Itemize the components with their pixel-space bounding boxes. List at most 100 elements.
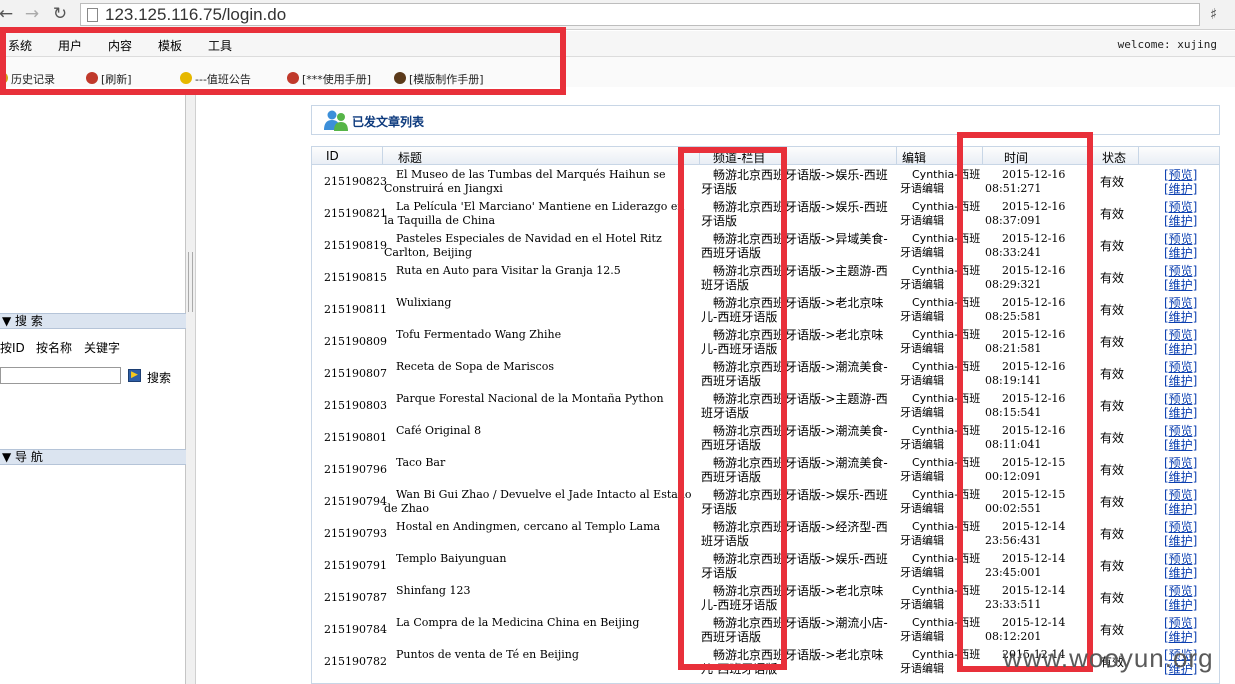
cell-actions: [预览] [维护] xyxy=(1164,552,1197,580)
cell-status: 有效 xyxy=(1100,207,1125,221)
maintain-link[interactable]: [维护] xyxy=(1164,438,1197,452)
tab-search-keyword[interactable]: 关键字 xyxy=(84,339,120,356)
tab-search-by-id[interactable]: 按ID xyxy=(0,339,25,356)
cell-actions: [预览] [维护] xyxy=(1164,456,1197,484)
preview-link[interactable]: [预览] xyxy=(1164,552,1197,566)
nav-panel-header[interactable]: ▼ 导 航 xyxy=(0,449,186,465)
welcome-text: welcome: xujing xyxy=(1117,38,1217,51)
maintain-link[interactable]: [维护] xyxy=(1164,342,1197,356)
cell-id: 215190823 xyxy=(324,175,387,188)
back-arrow-icon[interactable]: ← xyxy=(0,4,16,24)
cell-status: 有效 xyxy=(1100,495,1125,509)
preview-link[interactable]: [预览] xyxy=(1164,296,1197,310)
preview-link[interactable]: [预览] xyxy=(1164,264,1197,278)
cell-title: Puntos de venta de Té en Beijing xyxy=(396,648,579,661)
col-status[interactable]: 状态 xyxy=(1102,149,1126,166)
cell-title: Templo Baiyunguan xyxy=(396,552,507,565)
tab-search-by-name[interactable]: 按名称 xyxy=(36,339,72,356)
maintain-link[interactable]: [维护] xyxy=(1164,630,1197,644)
users-icon xyxy=(324,110,348,131)
maintain-link[interactable]: [维护] xyxy=(1164,374,1197,388)
cell-actions: [预览] [维护] xyxy=(1164,296,1197,324)
cell-title: Receta de Sopa de Mariscos xyxy=(396,360,554,373)
cell-id: 215190794 xyxy=(324,495,387,508)
preview-link[interactable]: [预览] xyxy=(1164,168,1197,182)
page-title: 已发文章列表 xyxy=(352,115,425,129)
forward-arrow-icon[interactable]: → xyxy=(22,4,42,24)
maintain-link[interactable]: [维护] xyxy=(1164,310,1197,324)
maintain-link[interactable]: [维护] xyxy=(1164,278,1197,292)
cell-actions: [预览] [维护] xyxy=(1164,488,1197,516)
maintain-link[interactable]: [维护] xyxy=(1164,534,1197,548)
splitter-grip[interactable] xyxy=(188,252,193,312)
preview-link[interactable]: [预览] xyxy=(1164,488,1197,502)
annotation-box-channel xyxy=(678,147,787,670)
search-panel-title: 搜 索 xyxy=(15,314,43,328)
cell-title: El Museo de las Tumbas del Marqués Haihu… xyxy=(384,168,666,195)
cell-title: Tofu Fermentado Wang Zhihe xyxy=(396,328,562,341)
maintain-link[interactable]: [维护] xyxy=(1164,246,1197,260)
cell-status: 有效 xyxy=(1100,367,1125,381)
cell-actions: [预览] [维护] xyxy=(1164,520,1197,548)
cell-title: La Película 'El Marciano' Mantiene en Li… xyxy=(384,200,685,227)
col-editor[interactable]: 编辑 xyxy=(902,149,926,166)
annotation-box-menu xyxy=(0,27,566,95)
cell-actions: [预览] [维护] xyxy=(1164,424,1197,452)
preview-link[interactable]: [预览] xyxy=(1164,200,1197,214)
preview-link[interactable]: [预览] xyxy=(1164,616,1197,630)
cell-title: Parque Forestal Nacional de la Montaña P… xyxy=(396,392,664,405)
preview-link[interactable]: [预览] xyxy=(1164,520,1197,534)
cell-actions: [预览] [维护] xyxy=(1164,360,1197,388)
maintain-link[interactable]: [维护] xyxy=(1164,502,1197,516)
search-button[interactable]: 搜索 xyxy=(147,369,171,386)
search-panel-header[interactable]: ▼ 搜 索 xyxy=(0,313,186,329)
nav-panel-title: 导 航 xyxy=(15,450,43,464)
preview-link[interactable]: [预览] xyxy=(1164,424,1197,438)
maintain-link[interactable]: [维护] xyxy=(1164,214,1197,228)
cell-title: Pasteles Especiales de Navidad en el Hot… xyxy=(384,232,662,259)
cell-actions: [预览] [维护] xyxy=(1164,264,1197,292)
cell-status: 有效 xyxy=(1100,527,1125,541)
preview-link[interactable]: [预览] xyxy=(1164,456,1197,470)
cell-id: 215190803 xyxy=(324,399,387,412)
cell-id: 215190791 xyxy=(324,559,387,572)
search-go-icon[interactable]: ▶ xyxy=(128,369,141,382)
cell-id: 215190821 xyxy=(324,207,387,220)
maintain-link[interactable]: [维护] xyxy=(1164,406,1197,420)
cell-id: 215190819 xyxy=(324,239,387,252)
cell-id: 215190782 xyxy=(324,655,387,668)
col-title[interactable]: 标题 xyxy=(398,149,422,166)
cell-actions: [预览] [维护] xyxy=(1164,200,1197,228)
cell-actions: [预览] [维护] xyxy=(1164,584,1197,612)
search-input[interactable] xyxy=(0,367,121,384)
cell-id: 215190809 xyxy=(324,335,387,348)
reload-icon[interactable]: ↻ xyxy=(50,4,70,24)
maintain-link[interactable]: [维护] xyxy=(1164,182,1197,196)
cell-status: 有效 xyxy=(1100,399,1125,413)
cell-title: Wan Bi Gui Zhao / Devuelve el Jade Intac… xyxy=(384,488,692,515)
address-bar[interactable]: 123.125.116.75/login.do xyxy=(80,3,1200,26)
preview-link[interactable]: [预览] xyxy=(1164,328,1197,342)
preview-link[interactable]: [预览] xyxy=(1164,392,1197,406)
maintain-link[interactable]: [维护] xyxy=(1164,470,1197,484)
maintain-link[interactable]: [维护] xyxy=(1164,566,1197,580)
cell-status: 有效 xyxy=(1100,591,1125,605)
url-text[interactable]: 123.125.116.75/login.do xyxy=(105,5,286,25)
cell-id: 215190796 xyxy=(324,463,387,476)
column-divider xyxy=(382,147,383,165)
cell-status: 有效 xyxy=(1100,559,1125,573)
left-pane xyxy=(0,92,186,684)
preview-link[interactable]: [预览] xyxy=(1164,360,1197,374)
col-id[interactable]: ID xyxy=(326,149,339,163)
annotation-box-time xyxy=(957,132,1093,672)
cell-status: 有效 xyxy=(1100,463,1125,477)
wrench-icon[interactable]: ♯ xyxy=(1210,5,1224,23)
watermark: www.wooyun.org xyxy=(1003,643,1214,673)
preview-link[interactable]: [预览] xyxy=(1164,232,1197,246)
maintain-link[interactable]: [维护] xyxy=(1164,598,1197,612)
pane-splitter[interactable] xyxy=(186,92,196,684)
preview-link[interactable]: [预览] xyxy=(1164,584,1197,598)
cell-title: Café Original 8 xyxy=(396,424,482,437)
collapse-triangle-icon: ▼ xyxy=(2,450,16,464)
cell-actions: [预览] [维护] xyxy=(1164,232,1197,260)
